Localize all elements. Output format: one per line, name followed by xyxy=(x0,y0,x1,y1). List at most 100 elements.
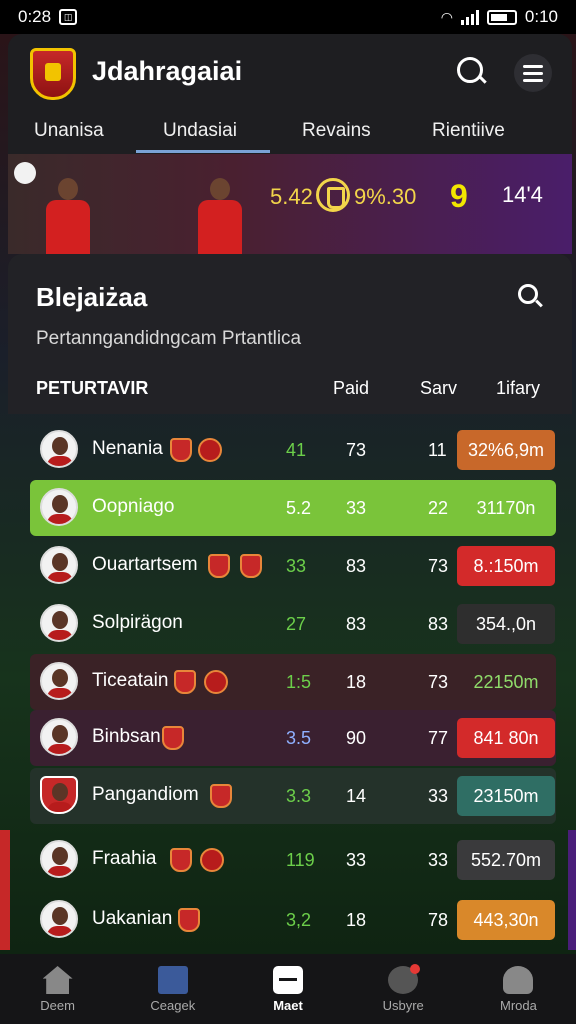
stat-value-1: 3,2 xyxy=(286,910,312,930)
column-header-ifary[interactable]: 1ifary xyxy=(496,378,540,399)
club-badge-icon xyxy=(240,554,262,578)
stat-value-1: 27 xyxy=(286,614,307,634)
avatar xyxy=(40,430,78,468)
nav-label: Usbyre xyxy=(382,998,424,1013)
price-badge[interactable]: 354.,0n xyxy=(457,604,555,644)
background-stripe-left xyxy=(0,830,10,950)
trophy-icon xyxy=(316,178,350,212)
avatar xyxy=(40,900,78,938)
nav-label: Mroda xyxy=(499,998,537,1013)
app-header: Jdahragaiai Unanisa Undasiai Revains Rie… xyxy=(8,34,572,154)
menu-button[interactable] xyxy=(514,54,552,92)
stat-value-1: 5.2 xyxy=(286,498,312,518)
player-row[interactable]: Ticeatain 1:5 18 73 22150m xyxy=(30,654,556,710)
column-header-player[interactable]: PETURTAVIR xyxy=(36,378,148,399)
nav-item-ceagek[interactable]: Ceagek xyxy=(115,954,230,1024)
tab-bar: Unanisa Undasiai Revains Rientiive xyxy=(8,116,572,154)
player-row[interactable]: Ouartartsem 33 83 73 8.:150m xyxy=(30,538,556,594)
avatar xyxy=(40,546,78,584)
nav-item-maet[interactable]: Maet xyxy=(230,954,345,1024)
live-icon xyxy=(388,964,421,994)
player-name: Nenania xyxy=(92,438,163,459)
player-name: Solpirägon xyxy=(92,612,183,633)
section-title: Blejaiżaa xyxy=(36,282,148,312)
menu-icon-bar xyxy=(523,64,543,68)
price-badge[interactable]: 32%6,9m xyxy=(457,430,555,470)
nav-item-deem[interactable]: Deem xyxy=(0,954,115,1024)
tab-revains[interactable]: Revains xyxy=(302,120,371,142)
player-row[interactable]: Binbsan 3.5 90 77 841 80n xyxy=(30,710,556,766)
section-search-button[interactable] xyxy=(516,282,546,312)
stat-value-2: 83 xyxy=(346,556,367,576)
price-badge[interactable]: 552.70m xyxy=(457,840,555,880)
player-row[interactable]: Nenania 41 73 11 32%6,9m xyxy=(30,422,556,478)
club-badge-icon xyxy=(170,848,192,872)
status-time: 0:28 xyxy=(18,7,52,26)
stat-value-2: 33 xyxy=(346,850,367,870)
stat-value-3: 33 xyxy=(428,786,449,806)
stat-value-3: 33 xyxy=(428,850,449,870)
active-tab-indicator xyxy=(136,150,270,153)
player-body xyxy=(46,200,90,254)
price-badge[interactable]: 841 80n xyxy=(457,718,555,758)
player-head xyxy=(58,178,78,200)
price-badge[interactable]: 443,30n xyxy=(457,900,555,940)
football-icon xyxy=(14,162,36,184)
match-icon xyxy=(273,966,303,994)
wifi-icon: ◠ xyxy=(440,8,453,25)
player-row[interactable]: Oopniago 5.2 33 22 31170n xyxy=(30,480,556,536)
stat-value-2: 18 xyxy=(346,910,367,930)
stat-value-3: 11 xyxy=(428,440,447,460)
nav-label: Ceagek xyxy=(150,998,196,1013)
tab-unanisa[interactable]: Unanisa xyxy=(34,120,104,142)
price-badge[interactable]: 22150m xyxy=(457,662,555,702)
profile-icon xyxy=(503,966,534,994)
stat-value-1: 3.3 xyxy=(286,786,312,806)
player-name: Pangandiom xyxy=(92,784,199,805)
player-body xyxy=(198,200,242,254)
banner-score-b: 9%.30 xyxy=(354,184,417,209)
club-logo-icon[interactable] xyxy=(30,48,76,100)
banner-score-c: 9 xyxy=(450,178,468,214)
avatar xyxy=(40,488,78,526)
column-header-sarv[interactable]: Sarv xyxy=(420,378,457,399)
status-battery-text: 0:10 xyxy=(524,7,558,26)
club-badge-icon xyxy=(178,908,200,932)
club-badge-icon xyxy=(162,726,184,750)
match-banner[interactable]: 5.42 9%.30 9 14'4 xyxy=(8,154,572,254)
player-row[interactable]: Solpirägon 27 83 83 354.,0n xyxy=(30,596,556,652)
club-badge-icon xyxy=(204,670,228,694)
search-icon-handle xyxy=(535,299,543,308)
background-stripe-right xyxy=(568,830,576,950)
stat-value-2: 18 xyxy=(346,672,367,692)
nav-item-mroda[interactable]: Mroda xyxy=(461,954,576,1024)
club-badge-icon xyxy=(210,784,232,808)
stat-value-2: 14 xyxy=(346,786,367,806)
stat-value-1: 41 xyxy=(286,440,307,460)
banner-score-d: 14'4 xyxy=(502,182,543,207)
avatar xyxy=(40,604,78,642)
stat-value-3: 22 xyxy=(428,498,449,518)
price-badge[interactable]: 23150m xyxy=(457,776,555,816)
search-button[interactable] xyxy=(454,54,488,88)
player-row[interactable]: Pangandiom 3.3 14 33 23150m xyxy=(30,768,556,824)
tab-undasiai[interactable]: Undasiai xyxy=(163,120,237,142)
tab-rientiive[interactable]: Rientiive xyxy=(432,120,505,142)
club-crest-icon xyxy=(40,776,78,814)
player-name: Uakanian xyxy=(92,908,173,929)
player-name: Oopniago xyxy=(92,496,175,517)
home-icon xyxy=(42,966,73,994)
player-row[interactable]: Uakanian 3,2 18 78 443,30n xyxy=(30,892,556,948)
price-badge[interactable]: 8.:150m xyxy=(457,546,555,586)
club-badge-icon xyxy=(170,438,192,462)
nav-item-usbyre[interactable]: Usbyre xyxy=(346,954,461,1024)
price-badge[interactable]: 31170n xyxy=(457,488,555,528)
players-section: Blejaiżaa Pertanngandidngcam Prtantlica … xyxy=(8,254,572,414)
club-badge-icon xyxy=(198,438,222,462)
avatar xyxy=(40,718,78,756)
avatar xyxy=(40,840,78,878)
column-header-paid[interactable]: Paid xyxy=(333,378,369,399)
player-row[interactable]: Fraahia 119 33 33 552.70m xyxy=(30,832,556,888)
stat-value-1: 3.5 xyxy=(286,728,312,748)
banner-score-a: 5.42 xyxy=(270,184,313,209)
